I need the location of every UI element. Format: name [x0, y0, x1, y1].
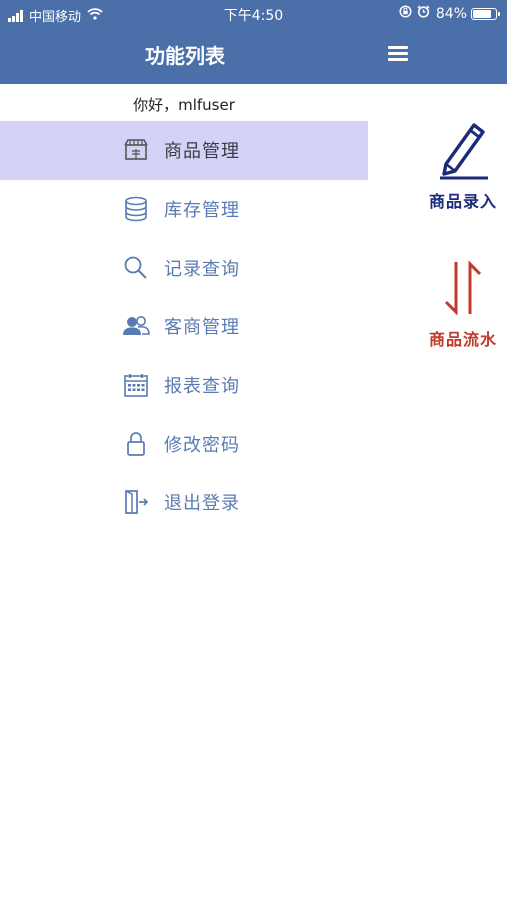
- menu-item-label: 记录查询: [164, 258, 240, 280]
- top-bar: 中国移动 下午4:50 84% 功能列表: [0, 0, 507, 84]
- menu-item-label: 修改密码: [164, 434, 240, 456]
- logout-icon: [122, 488, 150, 516]
- menu-item-label: 商品管理: [164, 141, 240, 163]
- status-bar: 中国移动 下午4:50 84%: [0, 0, 507, 28]
- search-icon: [122, 254, 150, 282]
- menu-item-label: 客商管理: [164, 317, 240, 339]
- product-flow-label: 商品流水: [428, 330, 497, 349]
- pencil-icon: [413, 116, 507, 184]
- store-icon: [122, 136, 150, 164]
- menu-item-label: 报表查询: [164, 376, 240, 398]
- hamburger-icon[interactable]: [388, 46, 408, 62]
- menu-item-label: 退出登录: [164, 493, 240, 515]
- calendar-icon: [122, 371, 150, 399]
- product-entry-label: 商品录入: [428, 192, 497, 211]
- menu-item-product-management[interactable]: 商品管理: [0, 121, 368, 180]
- orientation-lock-icon: [399, 5, 412, 22]
- swap-arrows-icon: [413, 258, 507, 322]
- product-flow-button[interactable]: 商品流水: [413, 258, 507, 350]
- menu-item-customer-management[interactable]: 客商管理: [0, 297, 368, 356]
- drawer-menu: 商品管理 库存管理 记录查询 客商管理 报表查询 修改密码 退出登录: [0, 121, 368, 532]
- menu-item-change-password[interactable]: 修改密码: [0, 414, 368, 473]
- menu-item-record-query[interactable]: 记录查询: [0, 238, 368, 297]
- menu-item-logout[interactable]: 退出登录: [0, 473, 368, 532]
- side-drawer: 你好，mlfuser 商品管理 库存管理 记录查询 客商管理 报表查询 修改密码…: [0, 84, 368, 900]
- battery-icon: [471, 7, 500, 20]
- alarm-icon: [417, 5, 430, 22]
- users-icon: [122, 312, 150, 340]
- menu-item-inventory-management[interactable]: 库存管理: [0, 180, 368, 239]
- database-icon: [122, 195, 150, 223]
- page-title: 功能列表: [145, 44, 225, 68]
- menu-item-label: 库存管理: [164, 200, 240, 222]
- lock-icon: [122, 430, 150, 458]
- greeting-text: 你好，mlfuser: [133, 96, 235, 114]
- product-entry-button[interactable]: 商品录入: [413, 116, 507, 212]
- battery-percent: 84%: [435, 5, 467, 22]
- menu-item-report-query[interactable]: 报表查询: [0, 356, 368, 415]
